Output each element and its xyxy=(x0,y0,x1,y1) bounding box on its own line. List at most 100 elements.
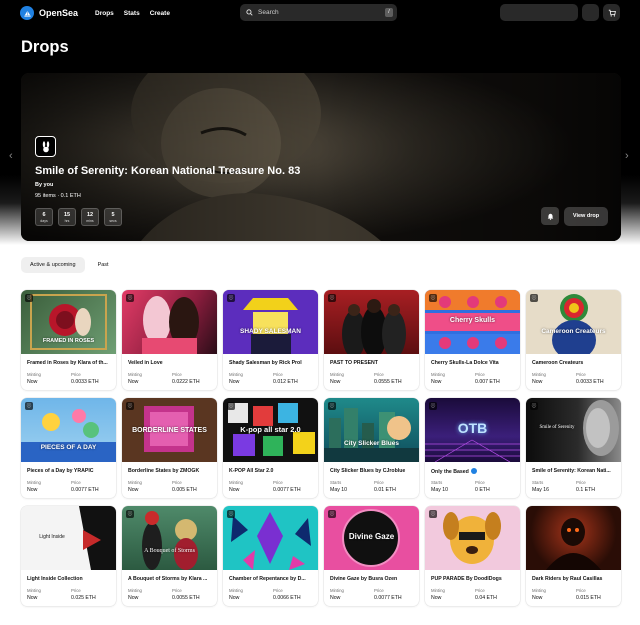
price-label: Price xyxy=(475,372,485,377)
price-label: Price xyxy=(71,588,81,593)
drop-card[interactable]: Smile of Serenity ⓘ Smile of Serenity: K… xyxy=(526,398,621,498)
drop-thumbnail: Divine Gaze ⓘ xyxy=(324,506,419,570)
drop-thumbnail xyxy=(526,506,621,570)
status-label: Minting xyxy=(27,588,41,593)
status-value: Now xyxy=(27,487,38,493)
drop-card[interactable]: SHADY SALESMAN ⓘ Shady Salesman by Rick … xyxy=(223,290,318,390)
thumb-caption: A Bouquet of Storms xyxy=(144,548,195,554)
status-value: Now xyxy=(431,595,442,601)
price-label: Price xyxy=(71,372,81,377)
tab-past[interactable]: Past xyxy=(89,257,118,273)
opensea-logo-icon xyxy=(20,6,34,20)
drop-badge: ⓘ xyxy=(126,402,134,410)
bell-icon xyxy=(547,213,553,220)
status-label: Minting xyxy=(128,588,142,593)
profile-button[interactable] xyxy=(582,4,599,21)
nav-link-stats[interactable]: Stats xyxy=(124,10,140,17)
hero-creator[interactable]: By you xyxy=(35,182,53,188)
card-title: Light Inside Collection xyxy=(27,576,83,582)
carousel-next-icon[interactable]: › xyxy=(625,150,629,162)
thumb-caption: K-pop all star 2.0 xyxy=(240,425,301,434)
drop-card[interactable]: Dark Riders by Raul Casillas Minting Now … xyxy=(526,506,621,606)
card-details: Minting Now Price 0.025 ETH xyxy=(27,588,115,601)
rose-artwork xyxy=(30,294,107,350)
drop-thumbnail: OTB ⓘ xyxy=(425,398,520,462)
wallet-button[interactable] xyxy=(500,4,578,21)
status-label: Starts xyxy=(532,480,544,485)
thumb-caption: FRAMED IN ROSES xyxy=(42,338,95,344)
drop-card[interactable]: Cameroon Createurs ⓘ Cameroon Createurs … xyxy=(526,290,621,390)
drop-thumbnail: SHADY SALESMAN ⓘ xyxy=(223,290,318,354)
status-label: Minting xyxy=(532,372,546,377)
search-shortcut-key: / xyxy=(385,8,393,17)
drop-card[interactable]: ⓘ Chamber of Repentance by D... Minting N… xyxy=(223,506,318,606)
price-label: Price xyxy=(374,480,384,485)
veiled-figures-artwork xyxy=(142,296,199,354)
status-label: Minting xyxy=(229,372,243,377)
hero-banner[interactable]: Smile of Serenity: Korean National Treas… xyxy=(21,73,621,241)
drop-card[interactable]: Divine Gaze ⓘ Divine Gaze by Busra Ozen … xyxy=(324,506,419,606)
price-value: 0.0055 ETH xyxy=(172,595,200,601)
nav-link-create[interactable]: Create xyxy=(150,10,170,17)
status-label: Minting xyxy=(431,372,445,377)
card-details: Minting Now Price 0.0077 ETH xyxy=(27,480,115,493)
nav-link-drops[interactable]: Drops xyxy=(95,10,114,17)
drop-badge: ⓘ xyxy=(25,402,33,410)
drop-thumbnail: Cherry Skulls ⓘ xyxy=(425,290,520,354)
drop-card[interactable]: ⓘ PAST TO PRESENT Minting Now Price 0.0555… xyxy=(324,290,419,390)
drop-badge: ⓘ xyxy=(429,510,437,518)
cart-icon xyxy=(608,9,616,17)
drop-card[interactable]: PIECES OF A DAY ⓘ Pieces of a Day by YRA… xyxy=(21,398,116,498)
status-label: Minting xyxy=(229,480,243,485)
drop-thumbnail: ⓘ xyxy=(223,506,318,570)
price-label: Price xyxy=(273,480,283,485)
search-input[interactable]: Search / xyxy=(240,4,397,21)
price-value: 0.0555 ETH xyxy=(374,379,402,385)
hero-title: Smile of Serenity: Korean National Treas… xyxy=(35,165,301,177)
drop-thumbnail: Cameroon Createurs ⓘ xyxy=(526,290,621,354)
card-details: Minting Now Price 0.0555 ETH xyxy=(330,372,418,385)
price-label: Price xyxy=(374,588,384,593)
price-label: Price xyxy=(475,588,485,593)
drop-badge: ⓘ xyxy=(25,294,33,302)
drop-card[interactable]: Cherry Skulls ⓘ Cherry Skulls-La Dolce V… xyxy=(425,290,520,390)
price-label: Price xyxy=(273,588,283,593)
card-title: PAST TO PRESENT xyxy=(330,360,378,366)
status-value: Now xyxy=(431,379,442,385)
drop-card[interactable]: OTB ⓘ Only the Based Starts May 10 Price 0… xyxy=(425,398,520,498)
drop-thumbnail: ⓘ xyxy=(425,506,520,570)
tab-active-upcoming[interactable]: Active & upcoming xyxy=(21,257,85,273)
drop-badge: ⓘ xyxy=(429,402,437,410)
status-value: Now xyxy=(27,379,38,385)
drop-card[interactable]: FRAMED IN ROSES ⓘ Framed in Roses by Kla… xyxy=(21,290,116,390)
drop-card[interactable]: ⓘ PUP PARADE By DoodlDogs Minting Now Pri… xyxy=(425,506,520,606)
drop-card[interactable]: City Slicker Blues ⓘ City Slicker Blues … xyxy=(324,398,419,498)
brand-name: OpenSea xyxy=(39,8,79,18)
drops-grid: FRAMED IN ROSES ⓘ Framed in Roses by Kla… xyxy=(21,290,621,606)
opensea-logo[interactable]: OpenSea xyxy=(20,6,78,20)
status-label: Starts xyxy=(330,480,342,485)
countdown-seconds: 5 secs xyxy=(104,208,122,226)
view-drop-button[interactable]: View drop xyxy=(564,207,608,226)
nav-links: Drops Stats Create xyxy=(95,10,170,17)
carousel-prev-icon[interactable]: ‹ xyxy=(9,150,13,162)
shady-salesman-artwork xyxy=(223,290,318,354)
thumb-caption: Light Inside xyxy=(39,534,65,540)
card-title: Chamber of Repentance by D... xyxy=(229,576,306,582)
drop-badge: ⓘ xyxy=(328,294,336,302)
notify-button[interactable] xyxy=(541,207,559,225)
thumb-caption: Cherry Skulls xyxy=(449,317,496,324)
card-title: Borderline States by ZMOGK xyxy=(128,468,200,474)
drop-card[interactable]: K-pop all star 2.0 ⓘ K-POP All Star 2.0 … xyxy=(223,398,318,498)
card-details: Starts May 10 Price 0 ETH xyxy=(431,480,519,493)
card-title: Only the Based xyxy=(431,468,517,475)
status-label: Minting xyxy=(27,372,41,377)
drop-card[interactable]: ⓘ Veiled in Love Minting Now Price 0.0222 … xyxy=(122,290,217,390)
drop-card[interactable]: Light Inside Light Inside Collection Min… xyxy=(21,506,116,606)
hero-meta: 95 items · 0.1 ETH xyxy=(35,193,81,199)
drop-card[interactable]: A Bouquet of Storms ⓘ A Bouquet of Storm… xyxy=(122,506,217,606)
cart-button[interactable] xyxy=(603,4,620,21)
drop-thumbnail: K-pop all star 2.0 ⓘ xyxy=(223,398,318,462)
drop-card[interactable]: BORDERLINE STATES ⓘ Borderline States by… xyxy=(122,398,217,498)
status-label: Minting xyxy=(330,372,344,377)
